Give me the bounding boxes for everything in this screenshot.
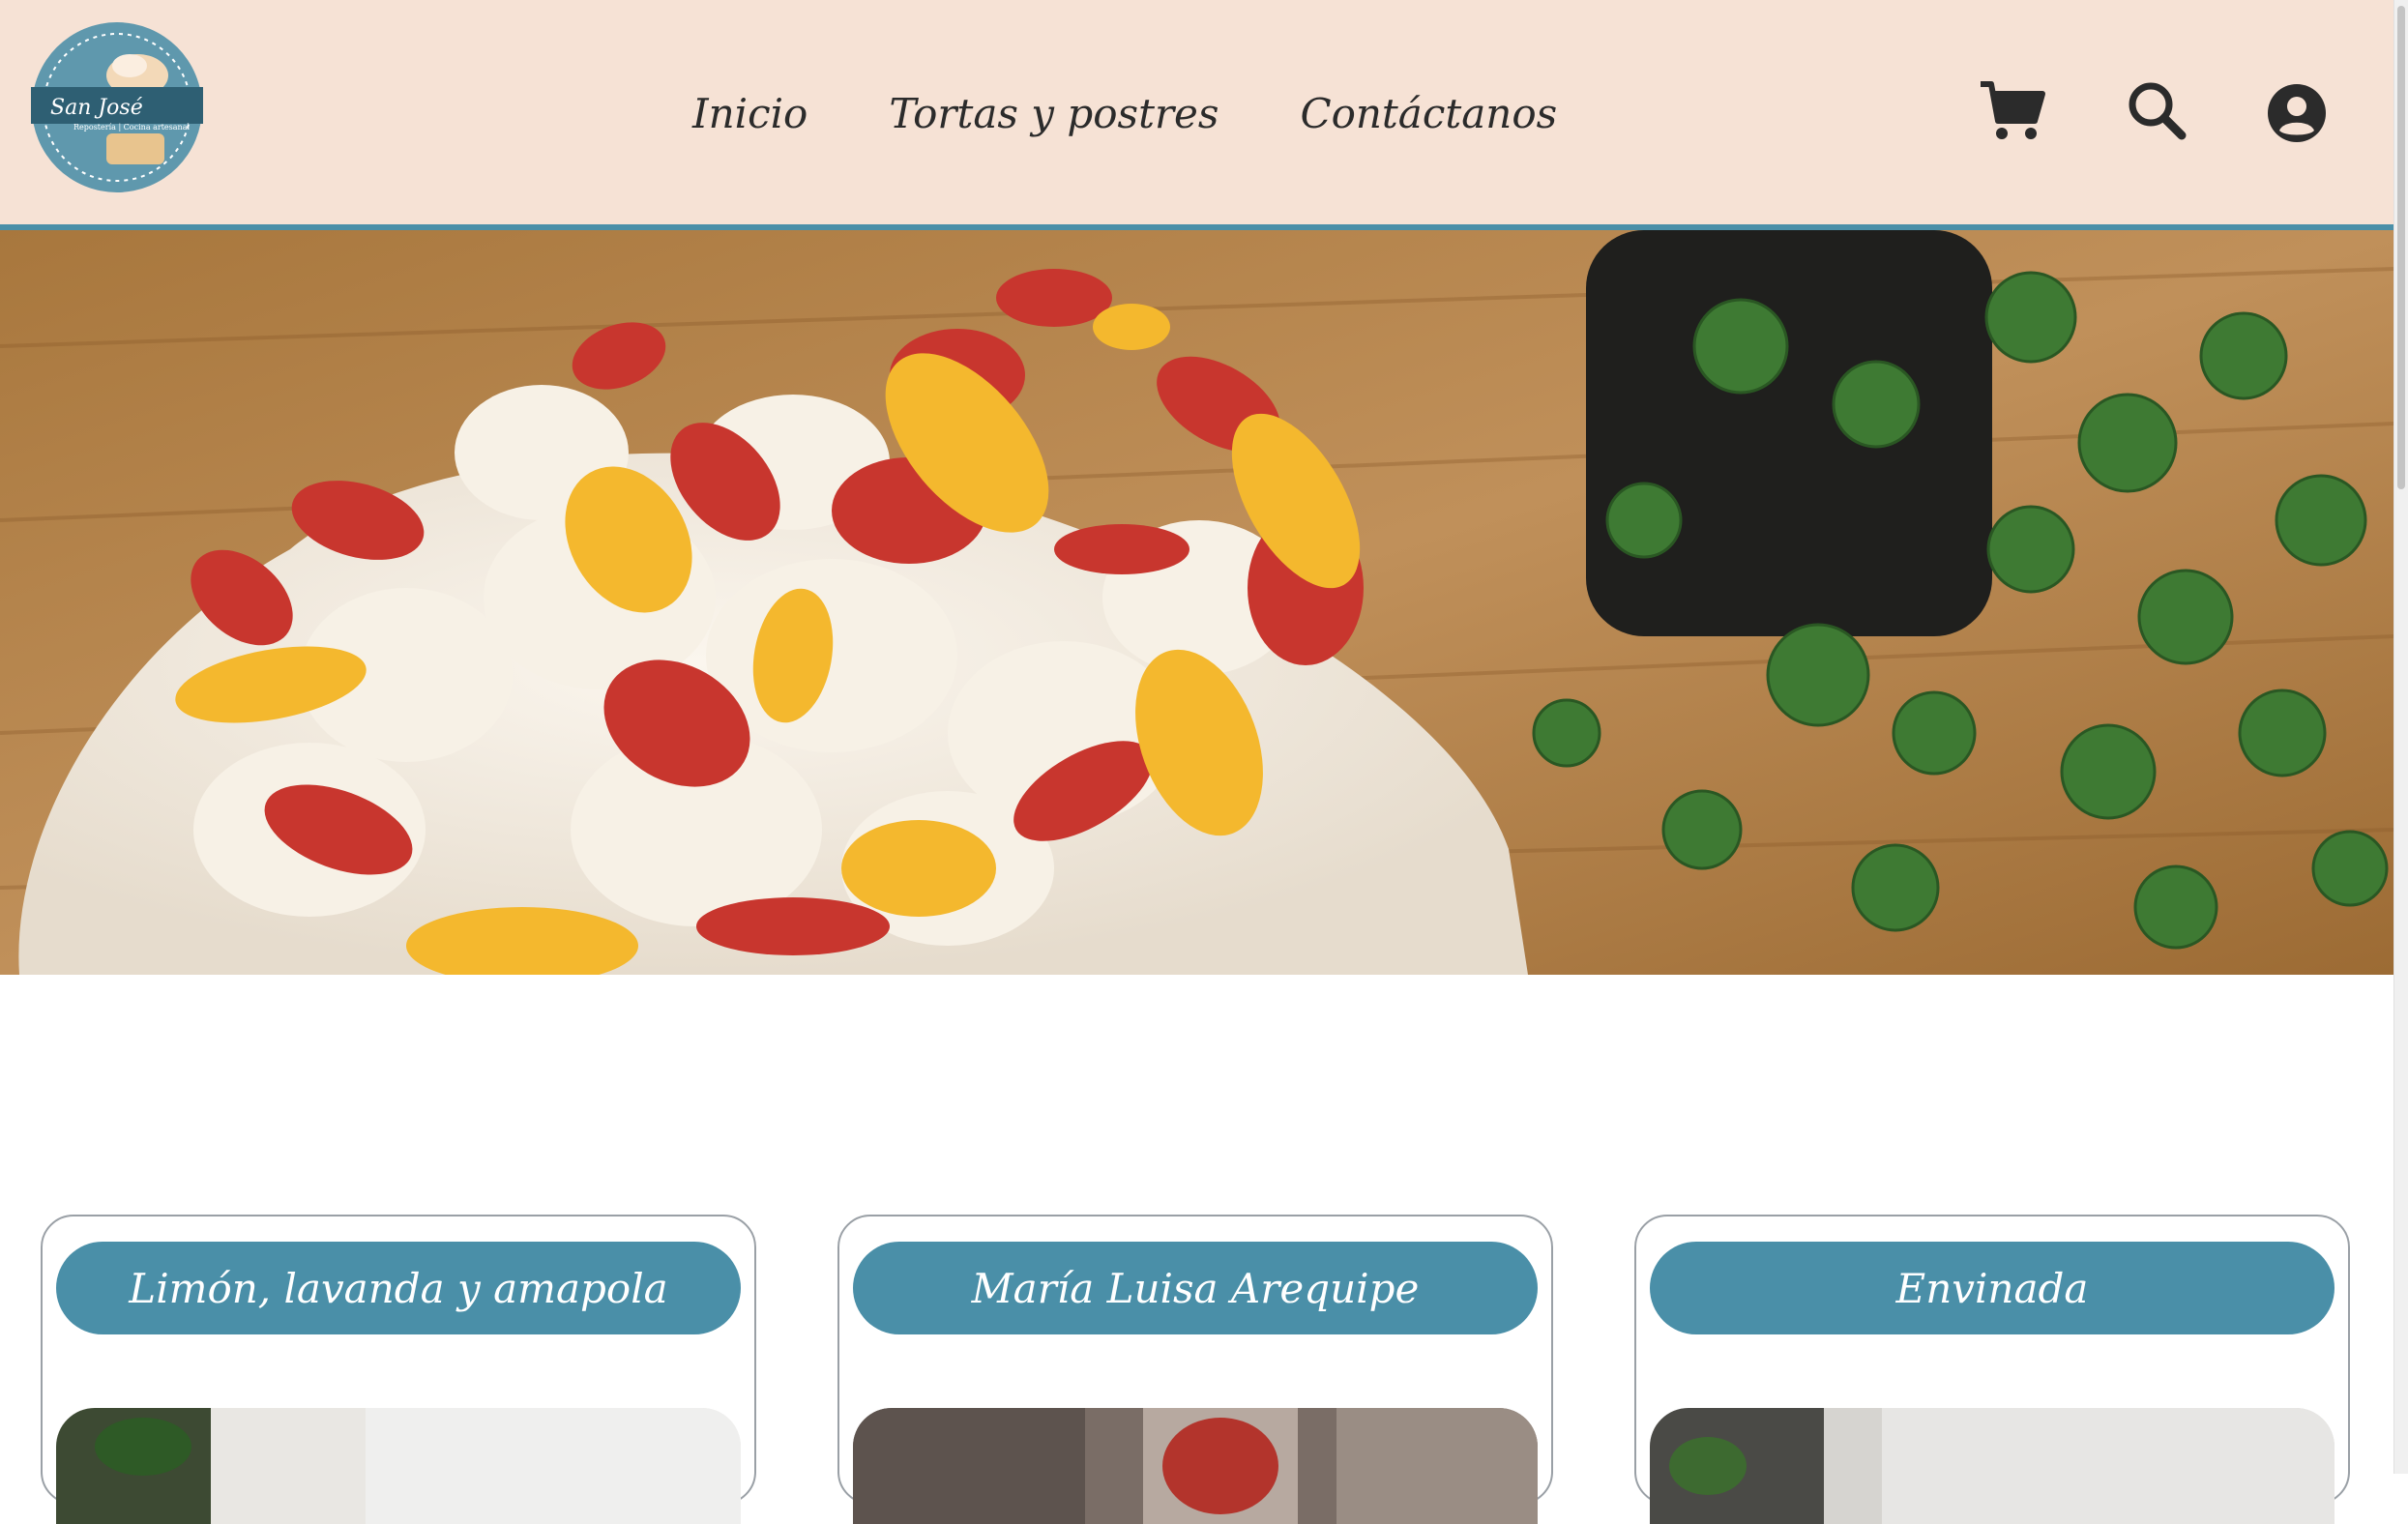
search-icon xyxy=(2129,82,2187,140)
logo-tagline-text: Repostería | Cocina artesanal xyxy=(73,123,190,132)
hero-banner xyxy=(0,230,2394,975)
product-title-pill[interactable]: Envinada xyxy=(1650,1242,2335,1334)
logo-brand-text: San José xyxy=(50,96,143,120)
nav-link-inicio[interactable]: Inicio xyxy=(692,90,808,137)
product-photo xyxy=(1650,1408,2335,1524)
product-image[interactable] xyxy=(56,1408,741,1524)
product-name: María Luisa Arequipe xyxy=(971,1264,1420,1312)
scrollbar-thumb[interactable] xyxy=(2397,6,2405,489)
cart-button[interactable] xyxy=(1979,77,2046,145)
nav-link-tortas-y-postres[interactable]: Tortas y postres xyxy=(889,90,1219,137)
product-card[interactable]: Limón, lavanda y amapola xyxy=(41,1215,756,1524)
product-title-pill[interactable]: Limón, lavanda y amapola xyxy=(56,1242,741,1334)
hero-pavlova-image xyxy=(0,230,2394,975)
site-header: San José Repostería | Cocina artesanal I… xyxy=(0,0,2394,230)
product-card[interactable]: Envinada xyxy=(1634,1215,2350,1524)
nav-link-contactanos[interactable]: Contáctanos xyxy=(1300,90,1557,137)
product-name: Envinada xyxy=(1895,1264,2089,1312)
main-nav: Inicio Tortas y postres Contáctanos xyxy=(692,81,1557,145)
product-image[interactable] xyxy=(1650,1408,2335,1524)
page-scrollbar[interactable] xyxy=(2393,0,2408,1474)
product-image[interactable] xyxy=(853,1408,1538,1524)
search-button[interactable] xyxy=(2126,79,2188,141)
product-photo xyxy=(56,1408,741,1524)
logo-badge-icon: San José Repostería | Cocina artesanal xyxy=(31,22,203,192)
product-title-pill[interactable]: María Luisa Arequipe xyxy=(853,1242,1538,1334)
cart-icon xyxy=(1981,81,2045,139)
product-card[interactable]: María Luisa Arequipe xyxy=(837,1215,1553,1524)
account-button[interactable] xyxy=(2267,83,2327,143)
user-account-icon xyxy=(2268,84,2326,142)
product-name: Limón, lavanda y amapola xyxy=(129,1264,668,1312)
brand-logo[interactable]: San José Repostería | Cocina artesanal xyxy=(29,19,205,195)
product-photo xyxy=(853,1408,1538,1524)
